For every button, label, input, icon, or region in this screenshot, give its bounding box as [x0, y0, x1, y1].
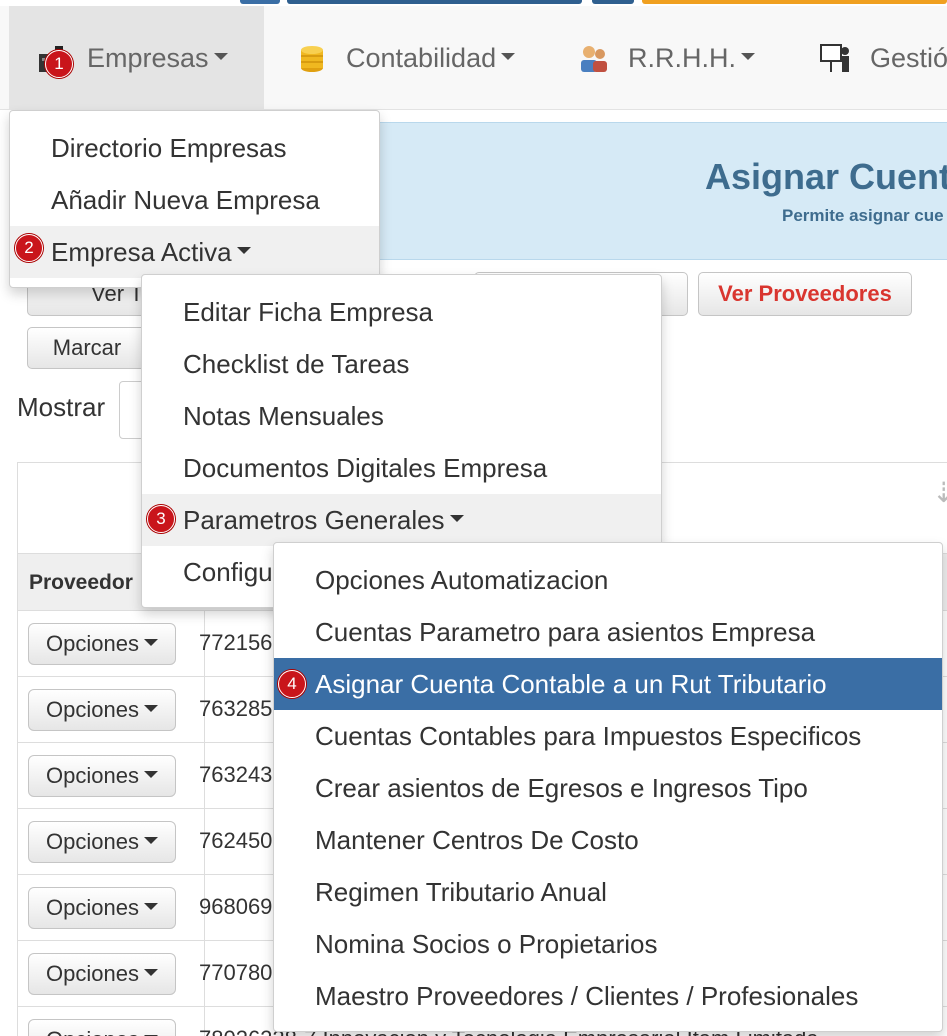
menu-item-documentos-digitales[interactable]: Documentos Digitales Empresa — [142, 442, 661, 494]
caret-down-icon — [143, 836, 158, 844]
rut-cell: 968069 — [199, 894, 273, 919]
menu-item-empresa-activa[interactable]: Empresa Activa — [10, 226, 379, 278]
parametros-generales-dropdown: Opciones Automatizacion Cuentas Parametr… — [273, 542, 943, 1032]
nav-empresas-label: Empresas — [87, 42, 209, 73]
menu-item-label: Editar Ficha Empresa — [183, 296, 433, 327]
caret-down-icon — [236, 246, 251, 254]
ver-proveedores-button[interactable]: Ver Proveedores — [698, 272, 912, 316]
opciones-button[interactable]: Opciones — [28, 953, 176, 995]
opciones-label: Opciones — [46, 895, 139, 920]
opciones-button[interactable]: Opciones — [28, 755, 176, 797]
menu-item-label: Configu — [183, 556, 273, 587]
sort-icon[interactable]: ⇣ — [932, 476, 947, 509]
step-badge: 1 — [45, 50, 73, 78]
opciones-label: Opciones — [46, 697, 139, 722]
menu-item-label: Parametros Generales — [183, 504, 445, 535]
caret-down-icon — [143, 638, 158, 646]
menu-item-opciones-automatizacion[interactable]: Opciones Automatizacion — [274, 554, 942, 606]
menu-item-crear-asientos-tipo[interactable]: Crear asientos de Egresos e Ingresos Tip… — [274, 762, 942, 814]
ver-proveedores-label: Ver Proveedores — [718, 281, 892, 306]
menu-item-asignar-cuenta-rut[interactable]: Asignar Cuenta Contable a un Rut Tributa… — [274, 658, 942, 710]
menu-item-checklist[interactable]: Checklist de Tareas — [142, 338, 661, 390]
menu-item-label: Nomina Socios o Propietarios — [315, 928, 658, 959]
menu-item-centros-costo[interactable]: Mantener Centros De Costo — [274, 814, 942, 866]
menu-item-regimen-tributario[interactable]: Regimen Tributario Anual — [274, 866, 942, 918]
caret-down-icon — [741, 52, 755, 60]
caret-down-icon — [213, 52, 228, 60]
menu-item-editar-ficha[interactable]: Editar Ficha Empresa — [142, 286, 661, 338]
rut-cell: 763243 — [199, 762, 273, 787]
people-icon — [578, 42, 610, 74]
opciones-button[interactable]: Opciones — [28, 623, 176, 665]
menu-item-label: Mantener Centros De Costo — [315, 824, 639, 855]
menu-item-label: Cuentas Contables para Impuestos Especif… — [315, 720, 862, 751]
menu-item-notas-mensuales[interactable]: Notas Mensuales — [142, 390, 661, 442]
opciones-button[interactable]: Opciones — [28, 689, 176, 731]
caret-down-icon — [143, 902, 158, 910]
page-title: Asignar Cuent — [705, 156, 947, 197]
mostrar-label: Mostrar — [17, 392, 106, 422]
menu-item-label: Maestro Proveedores / Clientes / Profesi… — [315, 980, 859, 1011]
opciones-label: Opciones — [46, 829, 139, 854]
column-header-proveedor[interactable]: Proveedor — [29, 571, 133, 595]
menu-item-parametros-generales[interactable]: Parametros Generales — [142, 494, 661, 546]
caret-down-icon — [501, 52, 516, 60]
rut-cell: 762450 — [199, 828, 273, 853]
caret-down-icon — [449, 514, 464, 522]
caret-down-icon — [143, 968, 158, 976]
menu-item-label: Crear asientos de Egresos e Ingresos Tip… — [315, 772, 808, 803]
menu-item-label: Opciones Automatizacion — [315, 564, 609, 595]
opciones-label: Opciones — [46, 631, 139, 656]
menu-item-directorio-empresas[interactable]: Directorio Empresas — [10, 122, 379, 174]
menu-item-maestro-proveedores[interactable]: Maestro Proveedores / Clientes / Profesi… — [274, 970, 942, 1022]
menu-item-label: Documentos Digitales Empresa — [183, 452, 548, 483]
nav-gestion-label: Gestió — [870, 42, 947, 73]
nav-rrhh[interactable]: R.R.H.H. — [578, 6, 755, 110]
page-subtitle: Permite asignar cue — [782, 206, 944, 225]
menu-item-label: Notas Mensuales — [183, 400, 384, 431]
coins-icon — [296, 42, 328, 74]
menu-item-label: Añadir Nueva Empresa — [51, 184, 320, 215]
menu-item-label: Regimen Tributario Anual — [315, 876, 607, 907]
menu-item-cuentas-impuestos[interactable]: Cuentas Contables para Impuestos Especif… — [274, 710, 942, 762]
menu-item-label: Directorio Empresas — [51, 132, 287, 163]
step-badge: 3 — [147, 505, 175, 533]
opciones-button[interactable]: Opciones — [28, 887, 176, 929]
menu-item-cuentas-parametro[interactable]: Cuentas Parametro para asientos Empresa — [274, 606, 942, 658]
step-badge: 4 — [278, 670, 306, 698]
menu-item-anadir-empresa[interactable]: Añadir Nueva Empresa — [10, 174, 379, 226]
menu-item-label: Checklist de Tareas — [183, 348, 410, 379]
opciones-button[interactable]: Opciones — [28, 821, 176, 863]
menu-item-label: Asignar Cuenta Contable a un Rut Tributa… — [315, 668, 827, 699]
opciones-label: Opciones — [46, 763, 139, 788]
strip-tab — [287, 0, 582, 4]
caret-down-icon — [143, 704, 158, 712]
rut-cell: 763285 — [199, 696, 273, 721]
marcar-label: Marcar — [52, 335, 122, 360]
step-badge: 2 — [15, 234, 43, 262]
nav-contabilidad[interactable]: Contabilidad — [296, 6, 516, 110]
opciones-label: Opciones — [46, 961, 139, 986]
strip-tab — [642, 0, 947, 4]
menu-item-nomina-socios[interactable]: Nomina Socios o Propietarios — [274, 918, 942, 970]
presentation-icon — [820, 42, 852, 74]
nav-gestion[interactable]: Gestió — [820, 6, 947, 110]
nav-contabilidad-label: Contabilidad — [346, 42, 497, 73]
nav-rrhh-label: R.R.H.H. — [628, 42, 736, 73]
menu-item-label: Empresa Activa — [51, 236, 232, 267]
main-navbar: Empresas Contabilidad R.R.H.H. Gestió — [0, 6, 947, 110]
empresas-dropdown: Directorio Empresas Añadir Nueva Empresa… — [9, 110, 380, 288]
opciones-button[interactable]: Opciones — [28, 1019, 176, 1036]
menu-item-label: Cuentas Parametro para asientos Empresa — [315, 616, 816, 647]
strip-tab — [240, 0, 280, 4]
caret-down-icon — [143, 770, 158, 778]
strip-tab — [592, 0, 634, 4]
opciones-label: Opciones — [46, 1027, 139, 1036]
rut-cell: 772156 — [199, 630, 273, 655]
rut-cell: 770780 — [199, 960, 273, 985]
